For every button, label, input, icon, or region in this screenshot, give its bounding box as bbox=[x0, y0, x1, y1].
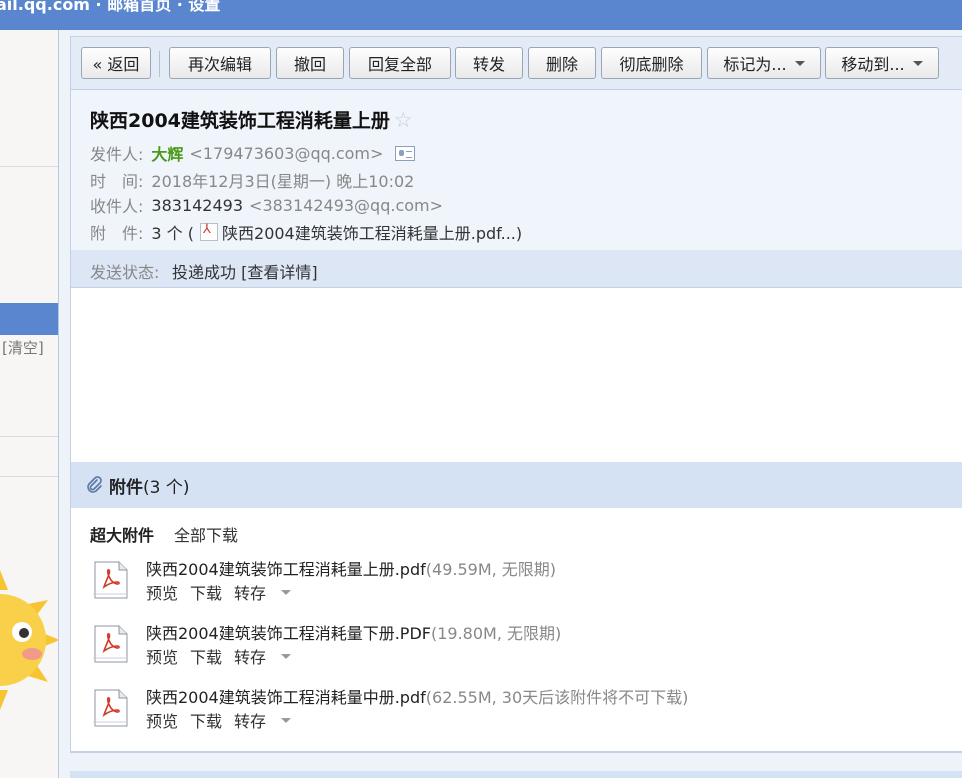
pdf-file-icon[interactable] bbox=[91, 688, 131, 728]
sidebar-divider bbox=[0, 166, 58, 167]
attachment-name-link[interactable]: 陕西2004建筑装饰工程消耗量下册.PDF(19.80M, 无限期) bbox=[146, 620, 561, 644]
status-value[interactable]: 投递成功 [查看详情] bbox=[172, 259, 318, 283]
sidebar-selected-band bbox=[0, 303, 58, 335]
toolbar-separator bbox=[159, 51, 160, 77]
mail-reader: « 返回 再次编辑 撤回 回复全部 转发 删除 彻底删除 标记为... 移动到.… bbox=[70, 36, 962, 778]
pdf-file-icon bbox=[200, 222, 219, 241]
save-to-link[interactable]: 转存 bbox=[234, 644, 266, 668]
attachment-summary-row: 附 件: 3 个 ( 陕西2004建筑装饰工程消耗量上册.pdf...) bbox=[90, 220, 522, 244]
save-to-link[interactable]: 转存 bbox=[234, 580, 266, 604]
sidebar-divider bbox=[0, 476, 58, 477]
pdf-file-icon[interactable] bbox=[91, 624, 131, 664]
sidebar-divider bbox=[0, 436, 58, 437]
chevron-down-icon[interactable] bbox=[281, 717, 292, 723]
attachment-item: 陕西2004建筑装饰工程消耗量下册.PDF(19.80M, 无限期) 预览 下载… bbox=[91, 620, 951, 672]
time-value: 2018年12月3日(星期一) 晚上10:02 bbox=[151, 172, 415, 191]
attachment-info: (19.80M, 无限期) bbox=[430, 624, 562, 643]
mark-as-label: 标记为... bbox=[723, 55, 787, 74]
attachment-summary-link[interactable]: 陕西2004建筑装饰工程消耗量上册.pdf...) bbox=[222, 220, 522, 244]
pdf-file-icon[interactable] bbox=[91, 560, 131, 600]
clear-link[interactable]: [清空] bbox=[2, 337, 44, 358]
move-to-label: 移动到... bbox=[841, 55, 905, 74]
top-header-text: ail.qq.com · 邮箱首页 · 设置 bbox=[0, 0, 221, 14]
sender-label: 发件人: bbox=[90, 145, 144, 164]
top-header: ail.qq.com · 邮箱首页 · 设置 bbox=[0, 0, 962, 30]
attachments-title: 附件 bbox=[109, 477, 143, 498]
attachments-header: 附件 (3 个) bbox=[70, 462, 962, 508]
delivery-status-bar: 发送状态: 投递成功 [查看详情] bbox=[70, 250, 962, 288]
download-link[interactable]: 下载 bbox=[190, 580, 222, 604]
attachment-label: 附 件: bbox=[90, 224, 144, 243]
left-sidebar: [清空] bbox=[0, 30, 59, 778]
paperclip-icon bbox=[85, 476, 103, 494]
attachment-actions: 预览 下载 转存 bbox=[146, 644, 292, 668]
attachment-info: (49.59M, 无限期) bbox=[425, 560, 557, 579]
recall-button[interactable]: 撤回 bbox=[276, 47, 344, 79]
chevron-down-icon bbox=[794, 60, 805, 66]
contact-card-icon[interactable] bbox=[395, 145, 416, 161]
attachments-count: (3 个) bbox=[143, 477, 190, 498]
attachment-item: 陕西2004建筑装饰工程消耗量上册.pdf(49.59M, 无限期) 预览 下载… bbox=[91, 556, 951, 608]
large-attachment-label: 超大附件 bbox=[90, 526, 155, 545]
subject-text: 陕西2004建筑装饰工程消耗量上册 bbox=[90, 110, 390, 132]
download-link[interactable]: 下载 bbox=[190, 708, 222, 732]
star-icon[interactable]: ☆ bbox=[394, 108, 413, 132]
download-all-link[interactable]: 全部下载 bbox=[174, 522, 238, 546]
sender-email: <179473603@qq.com> bbox=[189, 143, 384, 163]
forward-button[interactable]: 转发 bbox=[455, 47, 523, 79]
attachment-name: 陕西2004建筑装饰工程消耗量上册.pdf bbox=[146, 560, 426, 579]
sun-mascot-icon bbox=[0, 570, 58, 710]
chevron-down-icon[interactable] bbox=[281, 589, 292, 595]
mail-toolbar: « 返回 再次编辑 撤回 回复全部 转发 删除 彻底删除 标记为... 移动到.… bbox=[70, 36, 962, 90]
recipient-name[interactable]: 383142493 bbox=[151, 196, 243, 215]
attachment-name-link[interactable]: 陕西2004建筑装饰工程消耗量中册.pdf(62.55M, 30天后该附件将不可… bbox=[146, 684, 688, 708]
attachment-name: 陕西2004建筑装饰工程消耗量中册.pdf bbox=[146, 688, 426, 707]
recipient-row: 收件人: 383142493 <383142493@qq.com> bbox=[90, 193, 443, 217]
preview-link[interactable]: 预览 bbox=[146, 644, 178, 668]
attachment-name: 陕西2004建筑装饰工程消耗量下册.PDF bbox=[146, 624, 431, 643]
mark-as-dropdown[interactable]: 标记为... bbox=[707, 47, 821, 79]
recipient-label: 收件人: bbox=[90, 197, 144, 216]
back-button[interactable]: « 返回 bbox=[81, 47, 151, 79]
attachment-item: 陕西2004建筑装饰工程消耗量中册.pdf(62.55M, 30天后该附件将不可… bbox=[91, 684, 951, 736]
recipient-email: <383142493@qq.com> bbox=[249, 195, 444, 215]
attachment-actions: 预览 下载 转存 bbox=[146, 708, 292, 732]
attachment-info: (62.55M, 30天后该附件将不可下载) bbox=[425, 688, 689, 707]
delete-permanently-button[interactable]: 彻底删除 bbox=[601, 47, 702, 79]
preview-link[interactable]: 预览 bbox=[146, 580, 178, 604]
time-label: 时 间: bbox=[90, 172, 144, 191]
status-label: 发送状态: bbox=[90, 263, 160, 282]
chevron-down-icon bbox=[912, 60, 923, 66]
delete-button[interactable]: 删除 bbox=[528, 47, 596, 79]
attachment-actions: 预览 下载 转存 bbox=[146, 580, 292, 604]
save-to-link[interactable]: 转存 bbox=[234, 708, 266, 732]
move-to-dropdown[interactable]: 移动到... bbox=[825, 47, 939, 79]
preview-link[interactable]: 预览 bbox=[146, 708, 178, 732]
sender-name[interactable]: 大辉 bbox=[151, 141, 183, 165]
mail-header: 陕西2004建筑装饰工程消耗量上册 ☆ 发件人: 大辉 <179473603@q… bbox=[70, 90, 962, 250]
next-section-strip bbox=[70, 771, 962, 778]
reply-all-button[interactable]: 回复全部 bbox=[349, 47, 451, 79]
time-row: 时 间: 2018年12月3日(星期一) 晚上10:02 bbox=[90, 168, 422, 192]
sender-row: 发件人: 大辉 <179473603@qq.com> bbox=[90, 141, 416, 165]
edit-again-button[interactable]: 再次编辑 bbox=[169, 47, 271, 79]
mail-subject: 陕西2004建筑装饰工程消耗量上册 ☆ bbox=[90, 106, 413, 133]
attachment-name-link[interactable]: 陕西2004建筑装饰工程消耗量上册.pdf(49.59M, 无限期) bbox=[146, 556, 556, 580]
attachment-count-summary: 3 个 ( bbox=[151, 224, 195, 243]
download-link[interactable]: 下载 bbox=[190, 644, 222, 668]
chevron-down-icon[interactable] bbox=[281, 653, 292, 659]
mail-body bbox=[70, 288, 962, 462]
attachments-list: 超大附件 全部下载 陕西2004建筑装饰工程消耗量上册.pdf(49.59M, … bbox=[70, 508, 962, 753]
